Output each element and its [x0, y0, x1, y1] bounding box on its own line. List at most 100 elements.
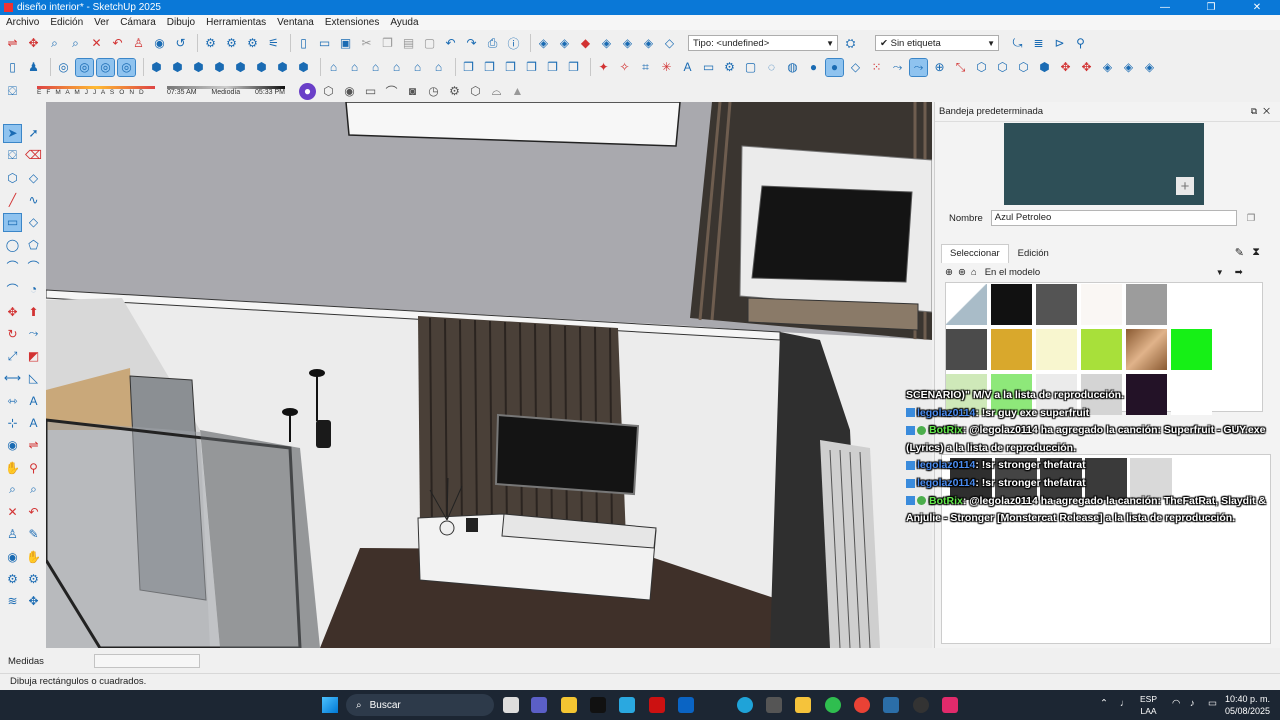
text-tool-icon[interactable]: A	[25, 392, 42, 409]
iso-view-icon[interactable]: ⬢	[148, 59, 165, 76]
copy-a-icon[interactable]: ❐	[460, 59, 477, 76]
sandbox-scratch-icon[interactable]: ◈	[556, 35, 573, 52]
tape-measure-icon[interactable]: ⟷	[4, 370, 21, 387]
menu-archivo[interactable]: Archivo	[6, 17, 39, 28]
house-5-icon[interactable]: ⌂	[409, 59, 426, 76]
start-icon[interactable]	[322, 697, 338, 713]
camera-icon[interactable]: ◙	[404, 83, 421, 100]
terrain-2-icon[interactable]: ◈	[1120, 59, 1137, 76]
menu-ayuda[interactable]: Ayuda	[390, 17, 418, 28]
taskbar-clock[interactable]: 10:40 p. m. 05/08/2025	[1225, 693, 1270, 717]
material-swatch[interactable]	[1126, 284, 1167, 325]
rotated-rectangle-icon[interactable]: ◇	[25, 214, 42, 231]
drape-icon[interactable]: ◈	[619, 35, 636, 52]
tray-controls[interactable]: ⧉✕	[1251, 106, 1276, 117]
menu-camara[interactable]: Cámara	[120, 17, 156, 28]
follow-icon[interactable]: ⤳	[889, 59, 906, 76]
minimize-button[interactable]: —	[1142, 0, 1188, 15]
new-file-icon[interactable]: ▯	[295, 35, 312, 52]
material-swatch[interactable]	[1081, 284, 1122, 325]
offset-icon[interactable]: ◩	[25, 348, 42, 365]
tiktok-icon[interactable]	[590, 697, 606, 713]
pie-icon[interactable]: ◔	[25, 281, 42, 298]
model-viewport[interactable]	[46, 102, 932, 648]
home-icon[interactable]: ⌂	[971, 267, 977, 278]
eraser-icon[interactable]: ⌫	[25, 147, 42, 164]
arc-2-icon[interactable]: ⌒	[25, 258, 42, 275]
film-icon[interactable]: ▭	[362, 83, 379, 100]
tray-overflow-icon[interactable]: ⌃	[1100, 698, 1108, 709]
paint-icon[interactable]: ⛋	[4, 147, 21, 164]
flip-edge-icon[interactable]: ◇	[661, 35, 678, 52]
polygon-icon[interactable]: ⬠	[25, 236, 42, 253]
orbit-tool-icon[interactable]: ⇌	[25, 437, 42, 454]
drop-3-icon[interactable]: ●	[805, 59, 822, 76]
rotate-icon[interactable]: ↻	[4, 325, 21, 342]
circle-icon[interactable]: ◯	[4, 236, 21, 253]
axes-icon[interactable]: ✳	[658, 59, 675, 76]
edge-icon[interactable]	[737, 697, 753, 713]
material-swatch[interactable]	[1171, 284, 1212, 325]
xray-icon[interactable]: ◎	[55, 59, 72, 76]
solid-1-icon[interactable]: ⬡	[973, 59, 990, 76]
position-camera-icon[interactable]: ♙	[130, 35, 147, 52]
create-material-icon[interactable]: +	[1176, 177, 1194, 195]
tab-edit[interactable]: Edición	[1009, 244, 1058, 263]
folder-icon[interactable]: ▭	[700, 59, 717, 76]
follow-me-icon[interactable]: ⤳	[909, 57, 928, 77]
rectangle-icon[interactable]: ▭	[3, 212, 22, 232]
library-select[interactable]: En el modelo ▼	[981, 265, 1227, 279]
section-fill-icon[interactable]: ⚟	[265, 35, 282, 52]
front-view-icon[interactable]: ⬢	[190, 59, 207, 76]
position-camera-tool-icon[interactable]: ♙	[4, 526, 21, 543]
save-icon[interactable]: ▣	[337, 35, 354, 52]
tab-select[interactable]: Seleccionar	[941, 244, 1009, 263]
settings-icon[interactable]: ⚙	[721, 59, 738, 76]
back-icon[interactable]: ⊕	[945, 267, 953, 278]
eyedropper-icon[interactable]: ✎	[1235, 246, 1244, 259]
tag-filter-select[interactable]: ✔ Sin etiqueta ▼	[875, 35, 999, 51]
drop-4-icon[interactable]: ●	[825, 57, 844, 77]
orbit-icon[interactable]: ⇌	[4, 35, 21, 52]
zoom-tool-icon[interactable]: ⌕	[4, 481, 21, 498]
obs-icon[interactable]	[913, 697, 929, 713]
connect-icon[interactable]: ⤡	[952, 59, 969, 76]
wireframe-icon[interactable]: ◎	[96, 57, 115, 77]
3d-text-icon[interactable]: A	[25, 415, 42, 432]
make-component-icon[interactable]: ⬡	[4, 169, 21, 186]
copy-b-icon[interactable]: ❐	[481, 59, 498, 76]
menu-extensiones[interactable]: Extensiones	[325, 17, 379, 28]
section-2-icon[interactable]: ⚙	[25, 571, 42, 588]
paste-icon[interactable]: ▤	[400, 35, 417, 52]
zoom-window-icon[interactable]: ⌕	[67, 35, 84, 52]
tag-type-select[interactable]: Tipo: <undefined> ▼	[688, 35, 838, 51]
drop-1-icon[interactable]: ◌	[763, 59, 780, 76]
zoom-extents-icon[interactable]: ✕	[88, 35, 105, 52]
scale-icon[interactable]: ✧	[616, 59, 633, 76]
sandbox-icon[interactable]: ◈	[535, 35, 552, 52]
volume-icon[interactable]: ♪	[1190, 698, 1195, 709]
scenes-icon[interactable]: ⊳	[1051, 35, 1068, 52]
material-swatch[interactable]	[1036, 329, 1077, 370]
display-section-icon[interactable]: ⚙	[223, 35, 240, 52]
store-icon[interactable]	[561, 697, 577, 713]
zoom-extents-tool-icon[interactable]: ✕	[4, 504, 21, 521]
back-edges-icon[interactable]: ◎	[75, 57, 94, 77]
text-icon[interactable]: A	[679, 59, 696, 76]
lasso-icon[interactable]: ➚	[25, 125, 42, 142]
vscode-icon[interactable]	[619, 697, 635, 713]
look-around-icon[interactable]: ↺	[172, 35, 189, 52]
pyramid-icon[interactable]: ▲	[509, 83, 526, 100]
box-icon[interactable]: ▢	[742, 59, 759, 76]
menu-edicion[interactable]: Edición	[50, 17, 83, 28]
follow-me-tool-icon[interactable]: ⤳	[25, 325, 42, 342]
dimension-tool-icon[interactable]: ⇿	[4, 392, 21, 409]
material-swatch[interactable]	[1081, 329, 1122, 370]
material-swatch[interactable]	[991, 284, 1032, 325]
dial-icon[interactable]: ◷	[425, 83, 442, 100]
taskbar-search[interactable]: ⌕ Buscar	[346, 694, 494, 716]
task-view-icon[interactable]	[503, 697, 519, 713]
drop-2-icon[interactable]: ◍	[784, 59, 801, 76]
protractor-icon[interactable]: ◺	[25, 370, 42, 387]
house-4-icon[interactable]: ⌂	[388, 59, 405, 76]
